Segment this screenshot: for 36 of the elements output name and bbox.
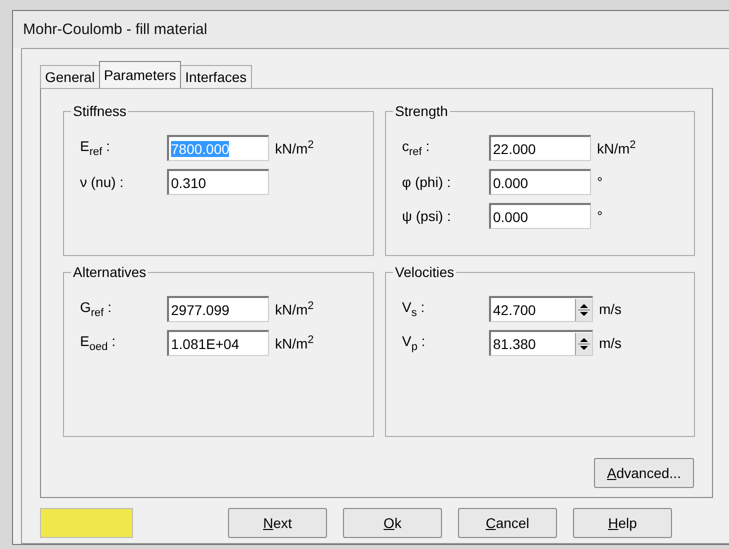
unit-label: m/s [599,335,622,351]
spin-field[interactable]: 81.380 [489,330,593,356]
field-label: c$_{ref}$ : [402,138,431,158]
spin-field[interactable]: 42.700 [489,296,593,322]
tab[interactable]: General [40,65,100,88]
window-title: Mohr-Coulomb - fill material [23,21,208,38]
dialog-button[interactable]: Next [228,508,327,538]
input-field[interactable]: 0.000 [489,203,591,229]
input-field[interactable]: 22.000 [489,135,591,161]
field-label: φ (phi) : [402,174,452,190]
unit-label: kN/m$^{2}$ [275,334,314,352]
tab[interactable]: Parameters [98,61,182,88]
unit-label: kN/m$^{2}$ [597,139,636,157]
input-field[interactable]: 0.310 [167,169,269,195]
field-label: ν (nu) : [80,174,125,190]
field-label: ψ (psi) : [402,208,452,224]
tab[interactable]: Interfaces [180,65,252,88]
field-label: E$_{oed}$ : [80,333,116,353]
dialog-button[interactable]: Help [573,508,672,538]
field-label: G$_{ref}$ : [80,299,113,319]
input-field[interactable]: 0.000 [489,169,591,195]
dialog-button[interactable]: Cancel [458,508,557,538]
unit-label: ° [597,174,603,190]
unit-label: kN/m$^{2}$ [275,139,314,157]
field-label: V$_{p}$ : [402,333,426,353]
group-title: Strength [393,103,450,120]
advanced-button[interactable]: Advanced... [594,458,694,488]
unit-label: kN/m$^{2}$ [275,300,314,318]
input-field[interactable]: 2977.099 [167,296,269,322]
unit-label: ° [597,208,603,224]
color-swatch[interactable] [40,508,133,538]
field-label: E$_{ref}$ : [80,138,111,158]
unit-label: m/s [599,301,622,317]
input-field[interactable]: 1.081E+04 [167,330,269,356]
field-label: V$_{s}$ : [402,299,426,319]
dialog-button[interactable]: Ok [343,508,442,538]
